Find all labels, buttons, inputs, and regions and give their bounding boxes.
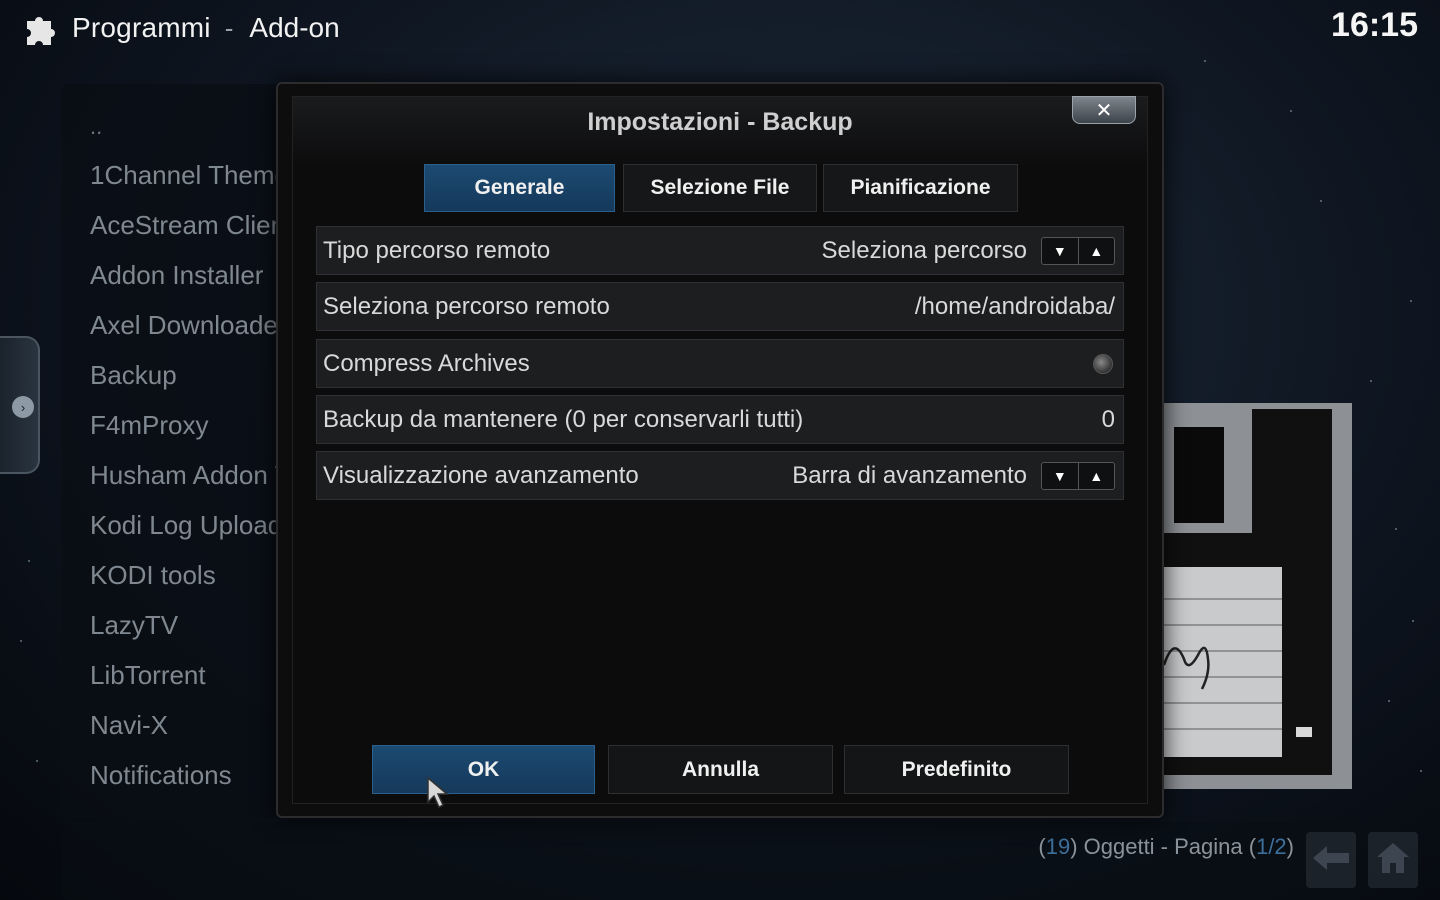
setting-row-compress-archives[interactable]: Compress Archives: [316, 339, 1124, 388]
list-item[interactable]: Axel Downloader: [90, 310, 287, 341]
back-button[interactable]: [1306, 832, 1356, 888]
header: Programmi - Add-on: [20, 6, 340, 50]
page-number: 1/2: [1256, 834, 1287, 859]
list-item[interactable]: Addon Installer: [90, 260, 263, 291]
page-info: (19) Oggetti - Pagina (1/2): [1038, 834, 1294, 859]
list-item-parent[interactable]: ..: [90, 114, 102, 140]
home-icon: [1375, 841, 1411, 880]
list-item[interactable]: Husham Addon Wi: [90, 460, 305, 491]
side-menu-handle[interactable]: ›: [0, 336, 40, 474]
tab-pianificazione[interactable]: Pianificazione: [823, 164, 1018, 212]
list-item[interactable]: Kodi Log Uploader: [90, 510, 305, 541]
back-arrow-icon: [1311, 843, 1351, 878]
close-icon: ✕: [1095, 99, 1113, 122]
spinner-up-button[interactable]: ▲: [1079, 238, 1115, 264]
list-item[interactable]: AceStream Client: [90, 210, 292, 241]
setting-value: 0: [1101, 406, 1115, 433]
chevron-right-icon: ›: [12, 396, 34, 418]
toggle-radio[interactable]: [1093, 354, 1113, 374]
tab-label: Selezione File: [650, 176, 790, 199]
setting-label: Compress Archives: [323, 350, 530, 377]
button-label: Annulla: [682, 757, 759, 781]
list-item[interactable]: Backup: [90, 360, 177, 391]
home-button[interactable]: [1368, 832, 1418, 888]
ok-button[interactable]: OK: [372, 745, 595, 794]
tab-selezione-file[interactable]: Selezione File: [623, 164, 817, 212]
close-button[interactable]: ✕: [1072, 96, 1136, 124]
value-spinner: ▼ ▲: [1041, 462, 1115, 490]
setting-row-backup-mantenere[interactable]: Backup da mantenere (0 per conservarli t…: [316, 395, 1124, 444]
list-item[interactable]: LibTorrent: [90, 660, 206, 691]
setting-value: Barra di avanzamento: [792, 462, 1027, 489]
setting-label: Tipo percorso remoto: [323, 237, 551, 264]
setting-value: /home/androidaba/: [914, 293, 1115, 320]
button-label: OK: [467, 757, 500, 781]
dialog-title: Impostazioni - Backup: [587, 108, 853, 136]
list-item[interactable]: F4mProxy: [90, 410, 208, 441]
header-separator: -: [224, 12, 234, 43]
list-item[interactable]: Navi-X: [90, 710, 168, 741]
setting-value: Seleziona percorso: [821, 237, 1027, 264]
spinner-down-button[interactable]: ▼: [1042, 463, 1079, 489]
section-subtitle: Add-on: [249, 12, 340, 43]
cancel-button[interactable]: Annulla: [608, 745, 833, 794]
mouse-cursor-icon: [426, 776, 452, 815]
puzzle-icon: [20, 8, 60, 48]
setting-label: Visualizzazione avanzamento: [323, 462, 639, 489]
setting-row-tipo-percorso[interactable]: Tipo percorso remoto Seleziona percorso …: [316, 226, 1124, 275]
list-item[interactable]: Notifications: [90, 760, 232, 791]
setting-row-percorso-remoto[interactable]: Seleziona percorso remoto /home/androida…: [316, 282, 1124, 331]
tab-generale[interactable]: Generale: [424, 164, 615, 212]
tab-label: Pianificazione: [850, 176, 991, 199]
item-count: 19: [1045, 834, 1071, 859]
section-title: Programmi: [72, 12, 211, 43]
clock: 16:15: [1331, 6, 1418, 44]
addon-thumbnail: [1160, 403, 1352, 789]
spinner-up-button[interactable]: ▲: [1079, 463, 1115, 489]
value-spinner: ▼ ▲: [1041, 237, 1115, 265]
setting-label: Backup da mantenere (0 per conservarli t…: [323, 406, 804, 433]
addon-list: .. 1Channel Themepa AceStream Client Add…: [62, 84, 318, 818]
default-button[interactable]: Predefinito: [844, 745, 1069, 794]
setting-label: Seleziona percorso remoto: [323, 293, 610, 320]
page-label: Oggetti - Pagina: [1083, 834, 1243, 859]
button-label: Predefinito: [901, 757, 1012, 781]
spinner-down-button[interactable]: ▼: [1042, 238, 1079, 264]
tab-label: Generale: [474, 176, 565, 199]
list-item[interactable]: KODI tools: [90, 560, 216, 591]
list-item[interactable]: LazyTV: [90, 610, 178, 641]
setting-row-visualizzazione[interactable]: Visualizzazione avanzamento Barra di ava…: [316, 451, 1124, 500]
